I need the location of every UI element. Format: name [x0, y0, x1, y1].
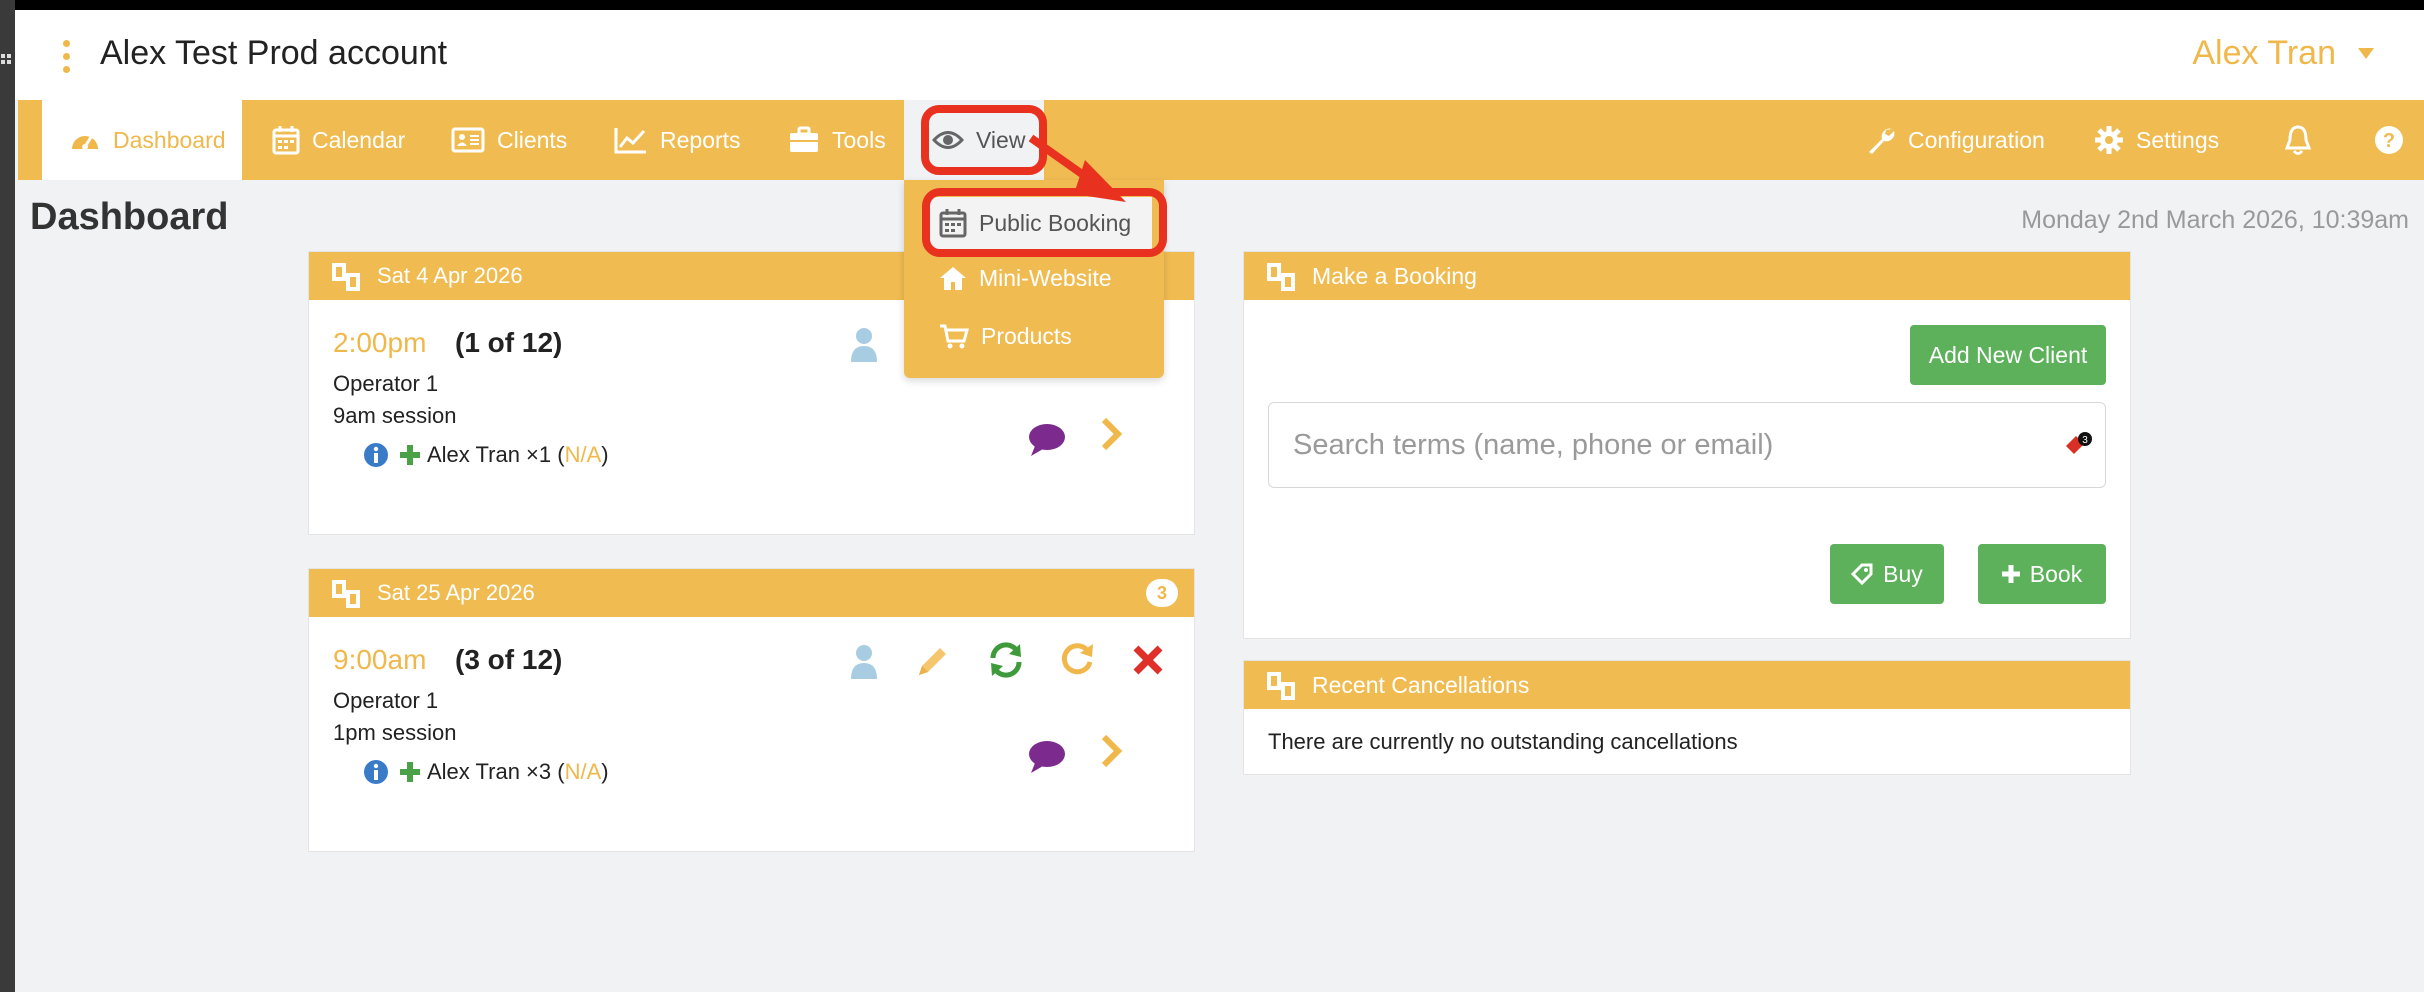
bell-icon — [2284, 125, 2312, 155]
plus-icon[interactable] — [399, 761, 421, 783]
cancellations-message: There are currently no outstanding cance… — [1268, 729, 1738, 754]
nav-configuration[interactable]: Configuration — [1866, 100, 2045, 180]
close-icon[interactable] — [1131, 643, 1165, 677]
menu-item-products[interactable]: Products — [904, 310, 1164, 362]
plus-icon — [2001, 565, 2020, 583]
session-count: (1 of 12) — [455, 327, 563, 358]
expand-icon — [332, 580, 360, 608]
cart-icon — [940, 324, 969, 349]
chevron-right-icon[interactable] — [1099, 733, 1123, 769]
help-button[interactable]: ? — [2374, 100, 2416, 180]
window-edge — [0, 0, 15, 992]
chevron-right-icon[interactable] — [1099, 416, 1123, 452]
recent-cancellations-panel: Recent Cancellations There are currently… — [1243, 660, 2131, 775]
current-date: Monday 2nd March 2026, 10:39am — [2021, 206, 2409, 234]
help-icon: ? — [2375, 126, 2403, 154]
session-operator: Operator 1 — [333, 688, 439, 713]
expand-icon — [1267, 672, 1295, 700]
book-button[interactable]: Book — [1978, 544, 2106, 604]
account-title: Alex Test Prod account — [100, 34, 448, 72]
caret-down-icon — [2358, 48, 2374, 59]
client-search-input[interactable] — [1269, 403, 2049, 487]
menu-item-mini-website[interactable]: Mini-Website — [904, 252, 1164, 304]
person-icon[interactable] — [849, 643, 879, 679]
comment-icon[interactable] — [1027, 422, 1067, 458]
info-icon[interactable] — [363, 442, 389, 468]
comment-icon[interactable] — [1027, 739, 1067, 775]
wrench-icon — [1869, 128, 1895, 154]
session-date: Sat 25 Apr 2026 — [377, 580, 535, 605]
expand-icon — [1267, 263, 1295, 291]
svg-text:?: ? — [2383, 130, 2395, 152]
buy-button[interactable]: Buy — [1830, 544, 1944, 604]
session-card-header: Sat 25 Apr 2026 3 — [309, 569, 1194, 617]
session-name: 1pm session — [333, 720, 457, 745]
notifications-button[interactable] — [2283, 100, 2325, 180]
plus-icon[interactable] — [399, 444, 421, 466]
tag-icon — [1851, 563, 1873, 585]
app-window: Alex Test Prod account Alex Tran Dashboa… — [15, 10, 2424, 992]
attendee-row: Alex Tran ×1 (N/A) — [363, 442, 609, 468]
nav-tools[interactable]: Tools — [788, 100, 886, 180]
nav-reports[interactable]: Reports — [614, 100, 741, 180]
client-search: 3 — [1268, 402, 2106, 488]
add-new-client-button[interactable]: Add New Client — [1910, 325, 2106, 385]
expand-icon — [332, 263, 360, 291]
top-header: Alex Test Prod account Alex Tran — [15, 10, 2424, 100]
nav-dashboard[interactable]: Dashboard — [42, 100, 242, 180]
session-card: Sat 25 Apr 2026 3 9:00am (3 of 12) Opera… — [308, 568, 1195, 852]
session-time[interactable]: 9:00am — [333, 644, 426, 676]
session-name: 9am session — [333, 403, 457, 428]
gear-icon — [2095, 126, 2123, 154]
redo-icon[interactable] — [1059, 641, 1097, 679]
session-badge: 3 — [1146, 579, 1178, 607]
session-count: (3 of 12) — [455, 644, 563, 675]
recent-cancellations-header: Recent Cancellations — [1244, 661, 2130, 709]
reports-icon — [614, 128, 646, 154]
person-icon[interactable] — [849, 326, 879, 362]
grid-icon — [1, 54, 11, 64]
nav-settings[interactable]: Settings — [2094, 100, 2219, 180]
password-manager-icon[interactable]: 3 — [2063, 431, 2093, 461]
make-booking-panel: Make a Booking Add New Client 3 Buy Book — [1243, 251, 2131, 639]
annotation-arrow — [1028, 134, 1126, 202]
kebab-menu-icon[interactable] — [62, 40, 72, 74]
attendee-row: Alex Tran ×3 (N/A) — [363, 759, 609, 785]
user-menu[interactable]: Alex Tran — [2192, 34, 2374, 73]
make-booking-header: Make a Booking — [1244, 252, 2130, 300]
clients-icon — [451, 127, 485, 153]
main-nav: Dashboard Calendar Clients Reports Tools… — [18, 100, 2424, 180]
nav-calendar[interactable]: Calendar — [272, 100, 405, 180]
svg-text:3: 3 — [2082, 435, 2088, 446]
session-time[interactable]: 2:00pm — [333, 327, 426, 359]
info-icon[interactable] — [363, 759, 389, 785]
nav-clients[interactable]: Clients — [451, 100, 567, 180]
home-icon — [940, 267, 966, 290]
dashboard-icon — [72, 136, 98, 150]
refresh-icon[interactable] — [987, 641, 1025, 679]
user-name: Alex Tran — [2192, 34, 2336, 72]
session-date: Sat 4 Apr 2026 — [377, 263, 523, 288]
calendar-icon — [272, 126, 300, 155]
page-title: Dashboard — [30, 196, 229, 238]
toolbox-icon — [790, 126, 818, 152]
pencil-icon[interactable] — [915, 643, 951, 679]
session-operator: Operator 1 — [333, 371, 439, 396]
